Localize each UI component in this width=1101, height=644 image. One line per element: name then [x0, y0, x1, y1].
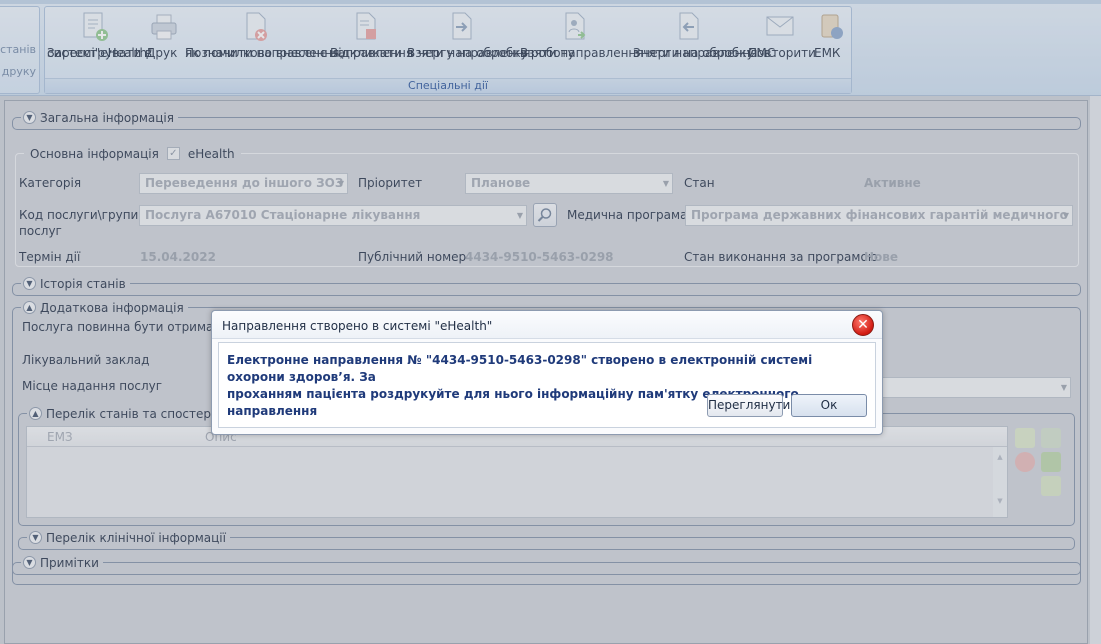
- ok-button[interactable]: Ок: [791, 394, 867, 417]
- dialog-message-line-1: Електронне направлення № "4434-9510-5463…: [227, 353, 813, 384]
- dialog-body: Електронне направлення № "4434-9510-5463…: [218, 342, 876, 428]
- view-button[interactable]: Переглянути: [707, 394, 790, 417]
- close-icon: ✕: [857, 317, 869, 333]
- close-button[interactable]: ✕: [852, 314, 874, 336]
- dialog-titlebar: Направлення створено в системі "eHealth"…: [212, 311, 882, 339]
- dialog-title: Направлення створено в системі "eHealth": [222, 319, 493, 333]
- ehealth-created-dialog: Направлення створено в системі "eHealth"…: [211, 310, 883, 435]
